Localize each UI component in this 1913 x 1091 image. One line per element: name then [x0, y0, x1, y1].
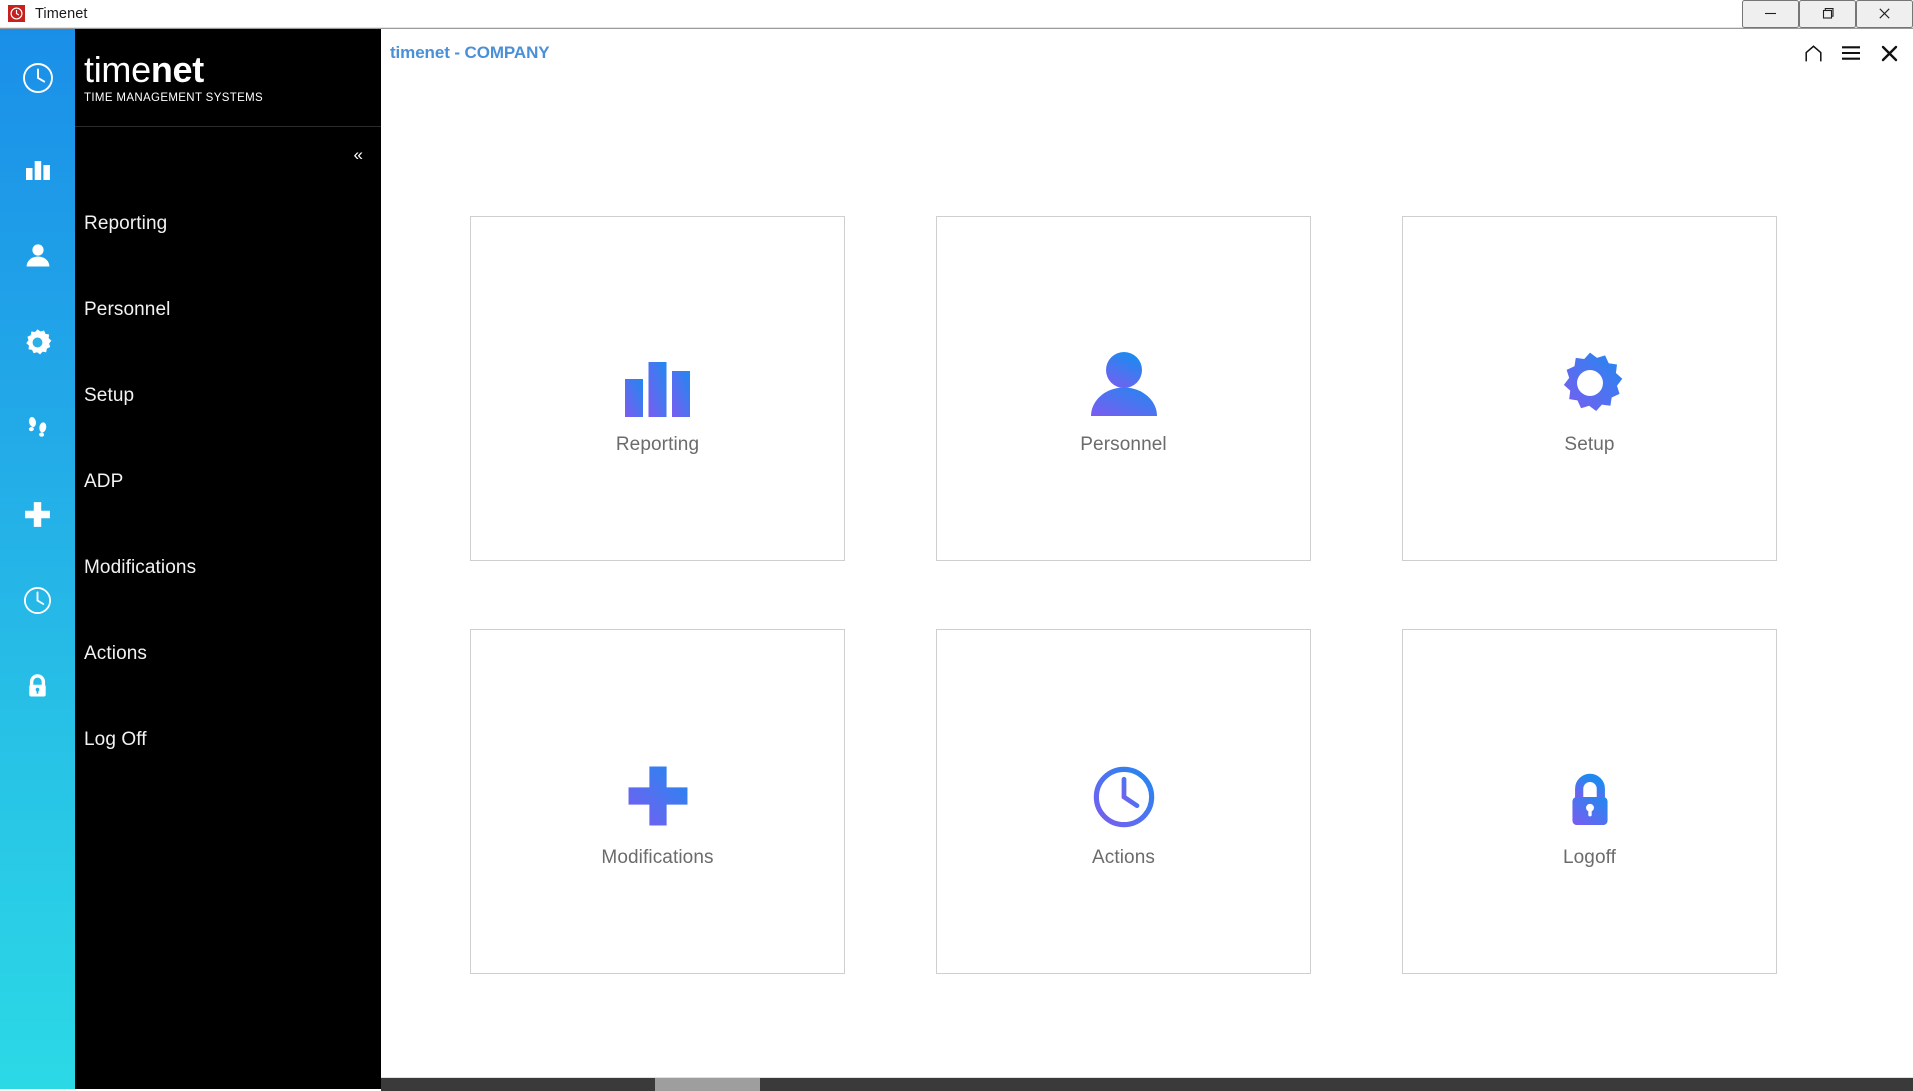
person-icon	[1088, 321, 1160, 417]
sidebar-item-modifications[interactable]: Modifications	[75, 525, 381, 611]
clock-icon	[22, 585, 53, 616]
app-icon	[8, 5, 25, 22]
tile-label: Actions	[1091, 847, 1155, 868]
tile-label: Reporting	[615, 434, 700, 455]
rail-item-adp[interactable]	[0, 385, 75, 471]
sidebar-item-personnel[interactable]: Personnel	[75, 267, 381, 353]
tile-label: Modifications	[601, 847, 714, 868]
sidebar-nav-panel: timenet TIME MANAGEMENT SYSTEMS « Report…	[75, 29, 381, 1089]
horizontal-scrollbar[interactable]	[381, 1078, 1913, 1091]
bar-chart-icon	[623, 321, 693, 417]
plus-icon	[624, 734, 692, 830]
sidebar-icon-rail	[0, 29, 75, 1089]
window-controls	[1742, 0, 1913, 28]
sidebar-item-log-off[interactable]: Log Off	[75, 697, 381, 783]
rail-item-personnel[interactable]	[0, 213, 75, 299]
brand-block: timenet TIME MANAGEMENT SYSTEMS	[75, 29, 381, 127]
rail-item-log-off[interactable]	[0, 643, 75, 729]
clock-icon	[1091, 734, 1157, 830]
tile-label: Logoff	[1562, 847, 1617, 868]
main-content: timenet - COMPANY Reporting Personnel Se…	[381, 29, 1913, 1089]
person-icon	[23, 241, 53, 271]
brand-name-bold: net	[150, 49, 204, 91]
close-icon[interactable]	[1878, 42, 1900, 64]
rail-item-reporting[interactable]	[0, 127, 75, 213]
sidebar-item-reporting[interactable]: Reporting	[75, 181, 381, 267]
tile-label: Personnel	[1080, 434, 1167, 455]
close-button[interactable]	[1856, 0, 1913, 28]
sidebar-item-actions[interactable]: Actions	[75, 611, 381, 697]
rail-item-setup[interactable]	[0, 299, 75, 385]
sidebar-item-adp[interactable]: ADP	[75, 439, 381, 525]
app-shell: timenet TIME MANAGEMENT SYSTEMS « Report…	[0, 28, 1913, 1091]
tile-actions[interactable]: Actions	[936, 629, 1311, 974]
window-title: Timenet	[35, 5, 88, 22]
brand-tagline: TIME MANAGEMENT SYSTEMS	[84, 91, 264, 104]
collapse-row: «	[75, 127, 381, 181]
bar-chart-icon	[23, 155, 53, 185]
home-icon[interactable]	[1802, 42, 1824, 64]
rail-item-modifications[interactable]	[0, 471, 75, 557]
tile-setup[interactable]: Setup	[1402, 216, 1777, 561]
tile-reporting[interactable]: Reporting	[470, 216, 845, 561]
gear-icon	[1556, 321, 1624, 417]
tile-label: Setup	[1564, 434, 1615, 455]
lock-icon	[23, 672, 52, 701]
minimize-button[interactable]	[1742, 0, 1799, 28]
content-header: timenet - COMPANY	[381, 29, 1913, 77]
sidebar-item-setup[interactable]: Setup	[75, 353, 381, 439]
collapse-sidebar-button[interactable]: «	[354, 146, 363, 163]
tile-personnel[interactable]: Personnel	[936, 216, 1311, 561]
brand-name: timenet	[84, 51, 381, 88]
brand-name-light: time	[84, 49, 151, 91]
tile-logoff[interactable]: Logoff	[1402, 629, 1777, 974]
tile-modifications[interactable]: Modifications	[470, 629, 845, 974]
rail-item-actions[interactable]	[0, 557, 75, 643]
page-title: timenet - COMPANY	[390, 43, 550, 62]
horizontal-scrollbar-thumb[interactable]	[655, 1078, 760, 1091]
rail-logo-clock-icon	[0, 29, 75, 127]
footprints-icon	[23, 413, 53, 443]
header-actions	[1802, 42, 1900, 64]
lock-icon	[1562, 734, 1618, 830]
menu-icon[interactable]	[1840, 42, 1862, 64]
tile-grid: Reporting Personnel Setup Modifications …	[381, 77, 1913, 974]
plus-icon	[22, 499, 53, 530]
gear-icon	[22, 327, 53, 358]
maximize-button[interactable]	[1799, 0, 1856, 28]
window-titlebar: Timenet	[0, 0, 1913, 28]
